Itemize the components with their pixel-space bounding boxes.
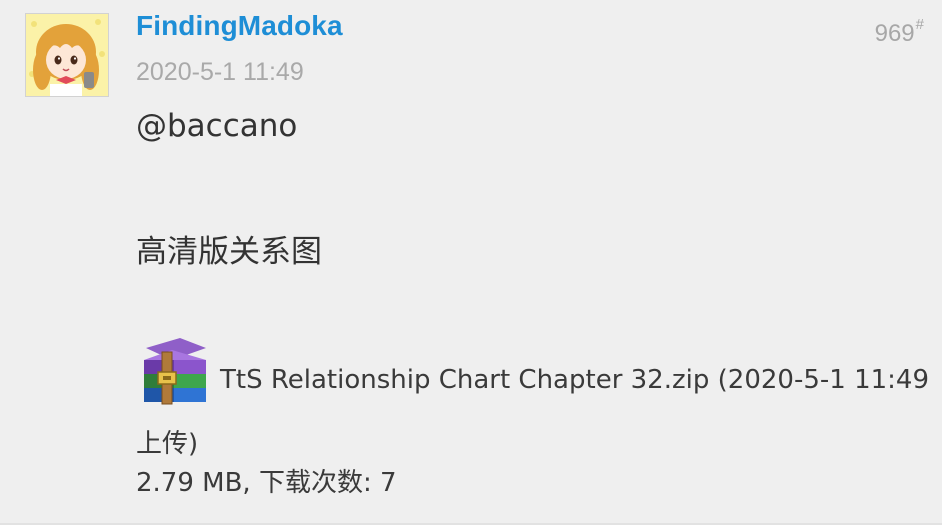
avatar-image: [26, 14, 108, 96]
attachment: TtS Relationship Chart Chapter 32.zip (2…: [136, 334, 931, 476]
forum-post: FindingMadoka 2020-5-1 11:49 969# @bacca…: [0, 0, 942, 525]
attachment-filename-link[interactable]: TtS Relationship Chart Chapter 32.zip: [220, 365, 709, 395]
avatar[interactable]: [25, 13, 109, 97]
message-text: 高清版关系图: [136, 234, 322, 270]
floor-number[interactable]: 969#: [875, 16, 924, 48]
username-link[interactable]: FindingMadoka: [136, 10, 343, 42]
zip-archive-icon: [136, 334, 214, 406]
post-timestamp: 2020-5-1 11:49: [136, 58, 304, 86]
mention-text[interactable]: @baccano: [136, 108, 297, 144]
floor-hash-suffix: #: [915, 16, 924, 33]
attachment-meta: 2.79 MB, 下载次数: 7: [136, 468, 397, 498]
floor-number-value: 969: [874, 20, 915, 47]
